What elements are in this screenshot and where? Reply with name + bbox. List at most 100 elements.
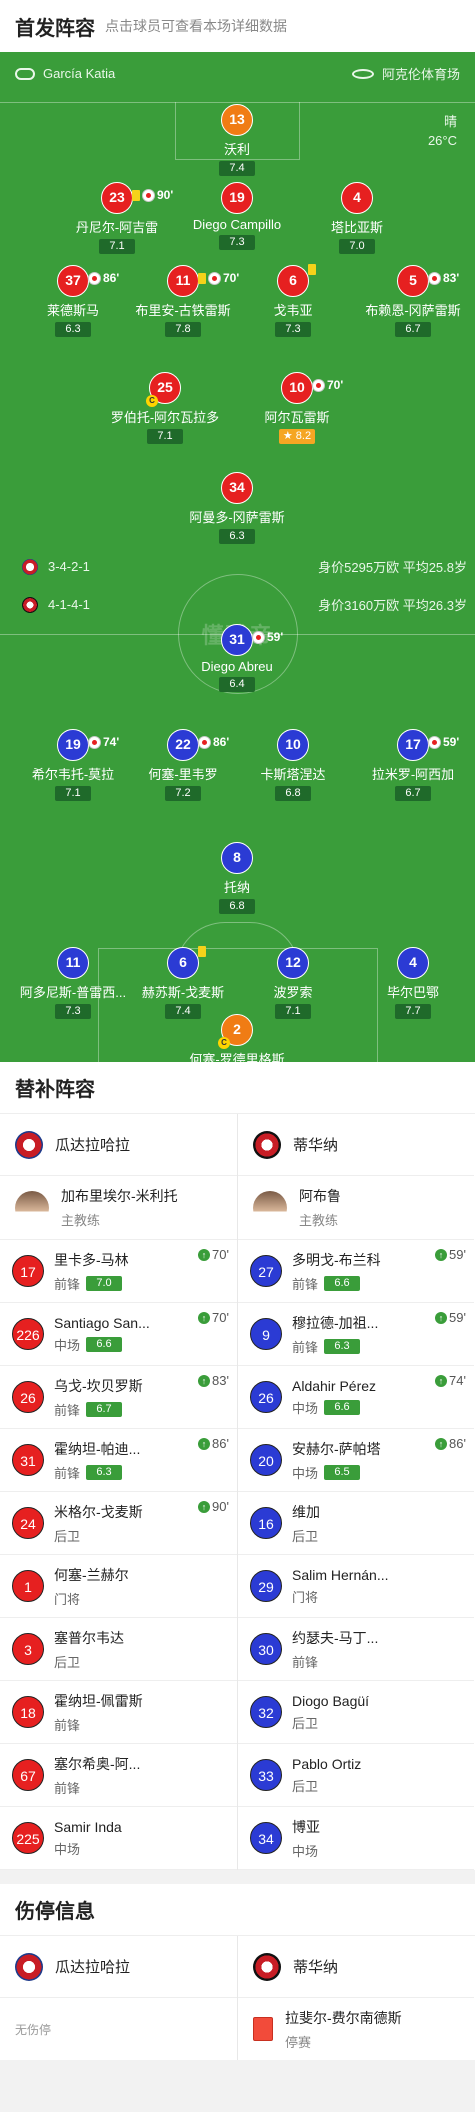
home-team-row[interactable]: 瓜达拉哈拉 [0,1114,237,1176]
sub-position: 前锋 [292,1339,319,1355]
substitution-icon [312,379,325,392]
sub-number: 225 [12,1822,44,1854]
home-squad-value: 身价5295万欧 平均25.8岁 [318,560,467,575]
home-player[interactable]: 23 90' 丹尼尔-阿吉雷 7.1 [52,182,182,254]
away-player[interactable]: 2C何塞-罗德里格斯7.8 [172,1014,302,1062]
player-number: 19 [221,182,253,214]
player-name: 沃利 [223,142,250,157]
event-minute: 86' [213,735,230,749]
sub-name: 米格尔-戈麦斯 [54,1503,143,1520]
sub-in-minute: ↑ 59' [435,1247,466,1262]
away-coach-row[interactable]: 阿布鲁 主教练 [238,1176,474,1240]
player-number: 10 [277,729,309,761]
away-sub-row[interactable]: 26 Aldahir Pérez 中场 6.6 ↑ 74' [238,1366,474,1429]
player-rating: 7.8 [165,322,201,337]
player-name: 托纳 [223,880,250,895]
home-sub-row[interactable]: 3 塞普尔韦达 后卫 [0,1618,237,1681]
sub-info: 何塞-兰赫尔 门将 [54,1565,129,1608]
home-team-logo-icon [15,1952,43,1981]
home-sub-row[interactable]: 26 乌戈-坎贝罗斯 前锋 6.7 ↑ 83' [0,1366,237,1429]
home-coach-name: 加布里埃尔-米利托 [61,1188,178,1204]
player-events: 86' [198,728,229,757]
home-sub-row[interactable]: 24 米格尔-戈麦斯 后卫 ↑ 90' [0,1492,237,1555]
away-injury-team-row[interactable]: 蒂华纳 [238,1936,474,1998]
sub-info: Samir Inda 中场 [54,1819,122,1858]
home-sub-row[interactable]: 17 里卡多-马林 前锋 7.0 ↑ 70' [0,1240,237,1303]
home-player[interactable]: 5 83' 布赖恩-冈萨雷斯 6.7 [348,265,475,337]
home-sub-row[interactable]: 1 何塞-兰赫尔 门将 [0,1555,237,1618]
away-player[interactable]: 17 59' 拉米罗-阿西加 6.7 [348,729,475,801]
away-player[interactable]: 8 托纳 6.8 [172,842,302,914]
subs-columns: 瓜达拉哈拉 加布里埃尔-米利托 主教练 17 里卡多-马林 前锋 7.0 ↑ 70' 226… [0,1114,475,1870]
away-sub-row[interactable]: 33 Pablo Ortiz 后卫 [238,1744,474,1807]
sub-rating: 6.3 [86,1464,123,1480]
away-player[interactable]: 4 毕尔巴鄂 7.7 [348,947,475,1019]
home-coach-row[interactable]: 加布里埃尔-米利托 主教练 [0,1176,237,1240]
sub-in-minute-text: 74' [449,1373,466,1388]
sub-number: 20 [250,1444,282,1476]
sub-name: 穆拉德-加祖... [292,1314,379,1331]
away-sub-row[interactable]: 32 Diogo Bagüí 后卫 [238,1681,474,1744]
away-player[interactable]: 10 卡斯塔涅达 6.8 [228,729,358,801]
sub-rating: 7.0 [86,1275,123,1291]
away-sub-row[interactable]: 30 约瑟夫-马丁... 前锋 [238,1618,474,1681]
home-injury-team-row[interactable]: 瓜达拉哈拉 [0,1936,237,1998]
substitution-icon [88,272,101,285]
yellow-card-icon [198,273,206,284]
player-rating: 6.4 [219,677,255,692]
sub-info: Pablo Ortiz 后卫 [292,1756,361,1795]
home-player[interactable]: 25 C 罗伯托-阿尔瓦拉多 7.1 [100,372,230,444]
away-sub-row[interactable]: 29 Salim Hernán... 门将 [238,1555,474,1618]
player-name: 阿尔瓦雷斯 [264,410,330,425]
sub-name: 约瑟夫-马丁... [292,1629,379,1646]
away-sub-row[interactable]: 34 博亚 中场 [238,1807,474,1870]
home-player[interactable]: 6 戈韦亚 7.3 [228,264,358,337]
away-team-row[interactable]: 蒂华纳 [238,1114,474,1176]
player-rating: 6.3 [55,322,91,337]
away-sub-row[interactable]: 16 维加 后卫 [238,1492,474,1555]
sub-name: 博亚 [292,1818,320,1835]
player-rating: 7.3 [55,1004,91,1019]
injuries-columns: 瓜达拉哈拉 无伤停 蒂华纳 拉斐尔-费尔南德斯 停赛 [0,1936,475,2060]
home-player[interactable]: 34 阿曼多-冈萨雷斯 6.3 [172,472,302,544]
sub-number: 9 [250,1318,282,1350]
home-player[interactable]: 10 70' 阿尔瓦雷斯 ★ 8.2 [232,372,362,444]
player-events: 59' [428,728,459,757]
home-sub-row[interactable]: 226 Santiago San... 中场 6.6 ↑ 70' [0,1303,237,1366]
away-coach-role: 主教练 [299,1213,339,1228]
away-crest-icon [22,596,38,613]
away-player[interactable]: 31 59' Diego Abreu 6.4 [172,624,302,692]
away-injury-row[interactable]: 拉斐尔-费尔南德斯 停赛 [238,1998,474,2060]
away-sub-row[interactable]: 9 穆拉德-加祖... 前锋 6.3 ↑ 59' [238,1303,474,1366]
sub-meta: 后卫 [292,1526,320,1545]
lineup-title: 首发阵容 [15,17,95,40]
referee-name: García Katia [43,66,116,81]
substitution-icon [252,631,265,644]
home-player[interactable]: 4 塔比亚斯 7.0 [292,182,422,254]
away-sub-row[interactable]: 20 安赫尔-萨帕塔 中场 6.5 ↑ 86' [238,1429,474,1492]
home-sub-row[interactable]: 18 霍纳坦-佩雷斯 前锋 [0,1681,237,1744]
home-injury-row: 无伤停 [0,1998,237,2060]
sub-name: 何塞-兰赫尔 [54,1566,129,1583]
sub-in-minute-text: 59' [449,1247,466,1262]
sub-rating: 6.6 [324,1275,361,1291]
player-rating: 6.8 [275,786,311,801]
away-sub-row[interactable]: 27 多明戈-布兰科 前锋 6.6 ↑ 59' [238,1240,474,1303]
away-player[interactable]: 12 波罗索 7.1 [228,947,358,1019]
home-player[interactable]: 13 沃利 7.4 [172,104,302,176]
sub-position: 中场 [292,1843,319,1859]
sub-meta: 中场 6.6 [54,1335,150,1354]
player-rating: 7.1 [147,429,183,444]
sub-rating: 6.6 [324,1399,361,1415]
home-sub-row[interactable]: 31 霍纳坦-帕迪... 前锋 6.3 ↑ 86' [0,1429,237,1492]
player-rating: 7.2 [165,786,201,801]
away-team-logo-icon [253,1952,281,1981]
sub-in-arrow-icon: ↑ [435,1437,448,1450]
player-rating: 6.8 [219,899,255,914]
sub-name: 塞普尔韦达 [54,1629,124,1646]
home-sub-row[interactable]: 67 塞尔希奥-阿... 前锋 [0,1744,237,1807]
stadium-name: 阿克伦体育场 [381,67,460,82]
home-player[interactable]: 19 Diego Campillo 7.3 [172,182,302,250]
sub-rating: 6.3 [324,1338,361,1354]
home-sub-row[interactable]: 225 Samir Inda 中场 [0,1807,237,1870]
